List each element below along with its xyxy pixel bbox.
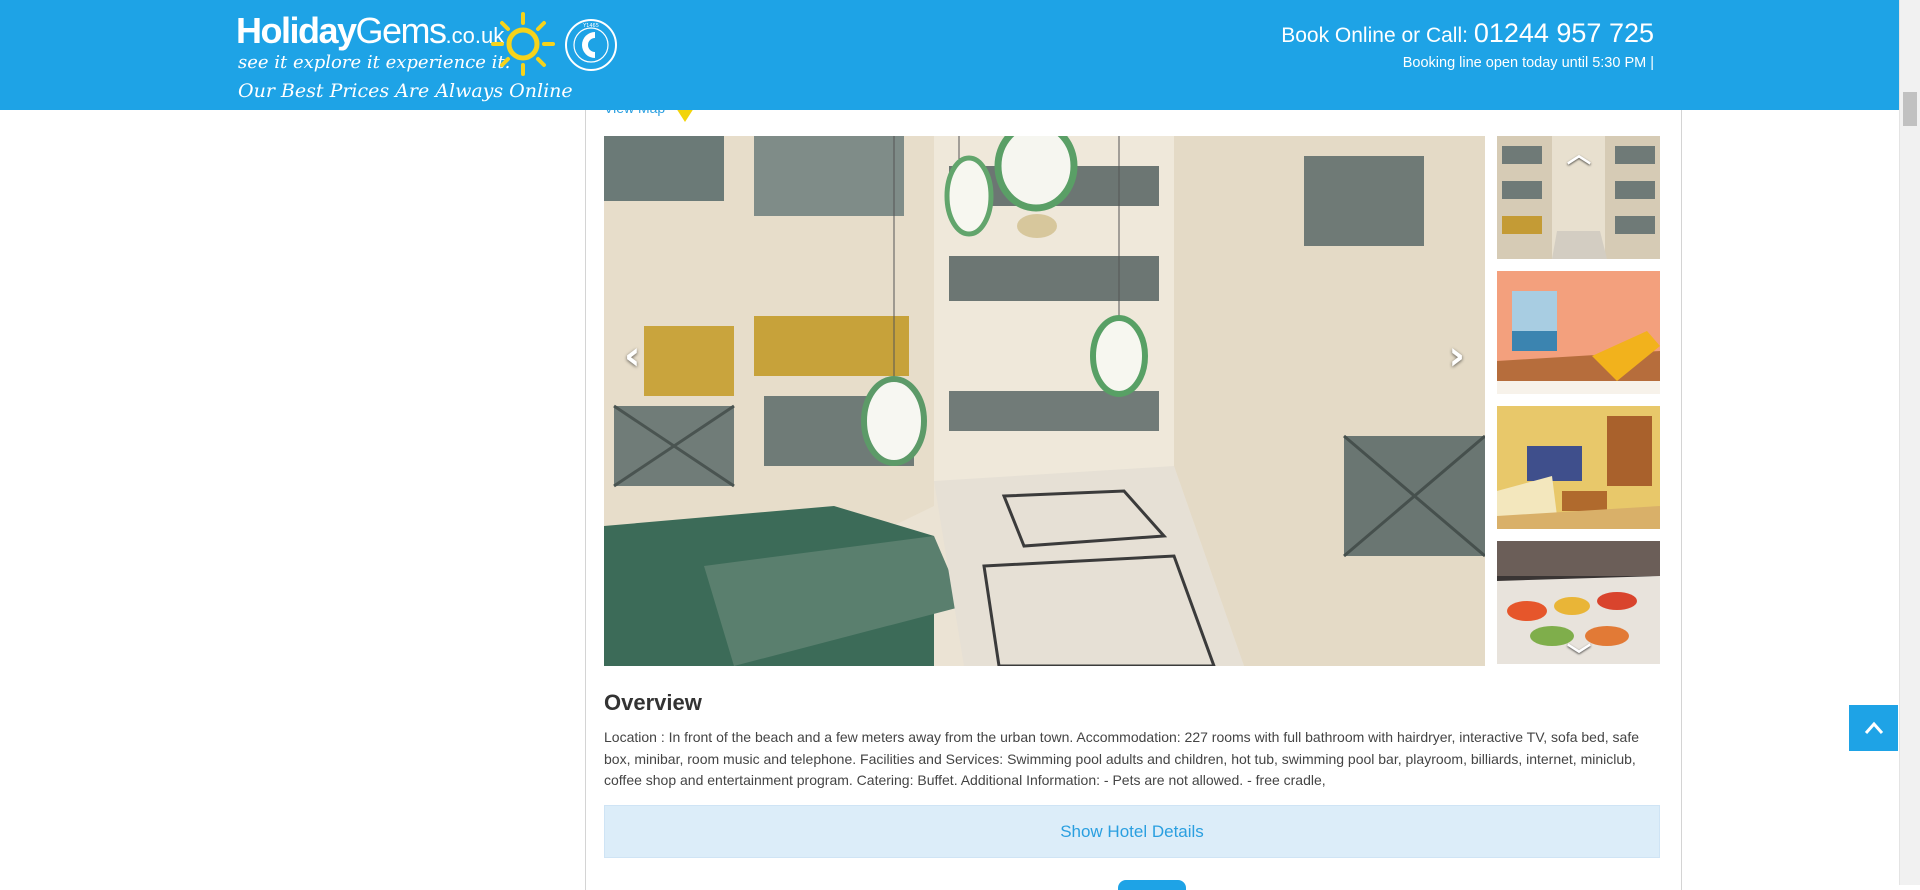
- abta-badge-icon: Y1465: [565, 19, 617, 71]
- show-hotel-details-button[interactable]: Show Hotel Details: [604, 805, 1660, 858]
- booking-hours: Booking line open today until 5:30 PM |: [1402, 55, 1654, 71]
- brand-slogan: Our Best Prices Are Always Online: [238, 80, 573, 102]
- brand-name: HolidayGems.co.uk: [236, 10, 505, 51]
- chevron-up-icon: [1864, 721, 1883, 734]
- partial-button[interactable]: [1118, 880, 1186, 890]
- sun-icon: [491, 12, 555, 76]
- balcony-thumbnail[interactable]: [1497, 271, 1660, 394]
- back-to-top-button[interactable]: [1849, 705, 1898, 751]
- thumbnails-down-button[interactable]: ﹀: [1567, 636, 1591, 671]
- overview-description: Location : In front of the beach and a f…: [604, 729, 1639, 788]
- gallery-prev-button[interactable]: ‹: [624, 336, 640, 376]
- scrollbar-thumb[interactable]: [1903, 92, 1917, 126]
- page-scrollbar[interactable]: [1899, 0, 1920, 885]
- site-logo[interactable]: HolidayGems.co.uk see it explore it expe…: [236, 8, 617, 108]
- map-pin-icon[interactable]: [676, 108, 694, 122]
- phone-number[interactable]: 01244 957 725: [1474, 18, 1654, 48]
- gallery-next-button[interactable]: ›: [1449, 336, 1465, 376]
- bedroom-thumbnail[interactable]: [1497, 406, 1660, 529]
- contact-info: Book Online or Call: 01244 957 725 Booki…: [1281, 18, 1654, 71]
- overview-heading: Overview: [604, 690, 702, 715]
- site-header: HolidayGems.co.uk see it explore it expe…: [0, 0, 1920, 110]
- svg-text:Y1465: Y1465: [582, 23, 599, 29]
- booking-phone-line[interactable]: Book Online or Call: 01244 957 725: [1281, 18, 1654, 49]
- main-gallery-photo[interactable]: ‹ ›: [604, 136, 1485, 666]
- gallery-thumbnail-strip: ︿ ﹀: [1497, 134, 1660, 670]
- thumbnails-up-button[interactable]: ︿: [1567, 134, 1591, 169]
- brand-tagline: see it explore it experience it.: [238, 52, 511, 73]
